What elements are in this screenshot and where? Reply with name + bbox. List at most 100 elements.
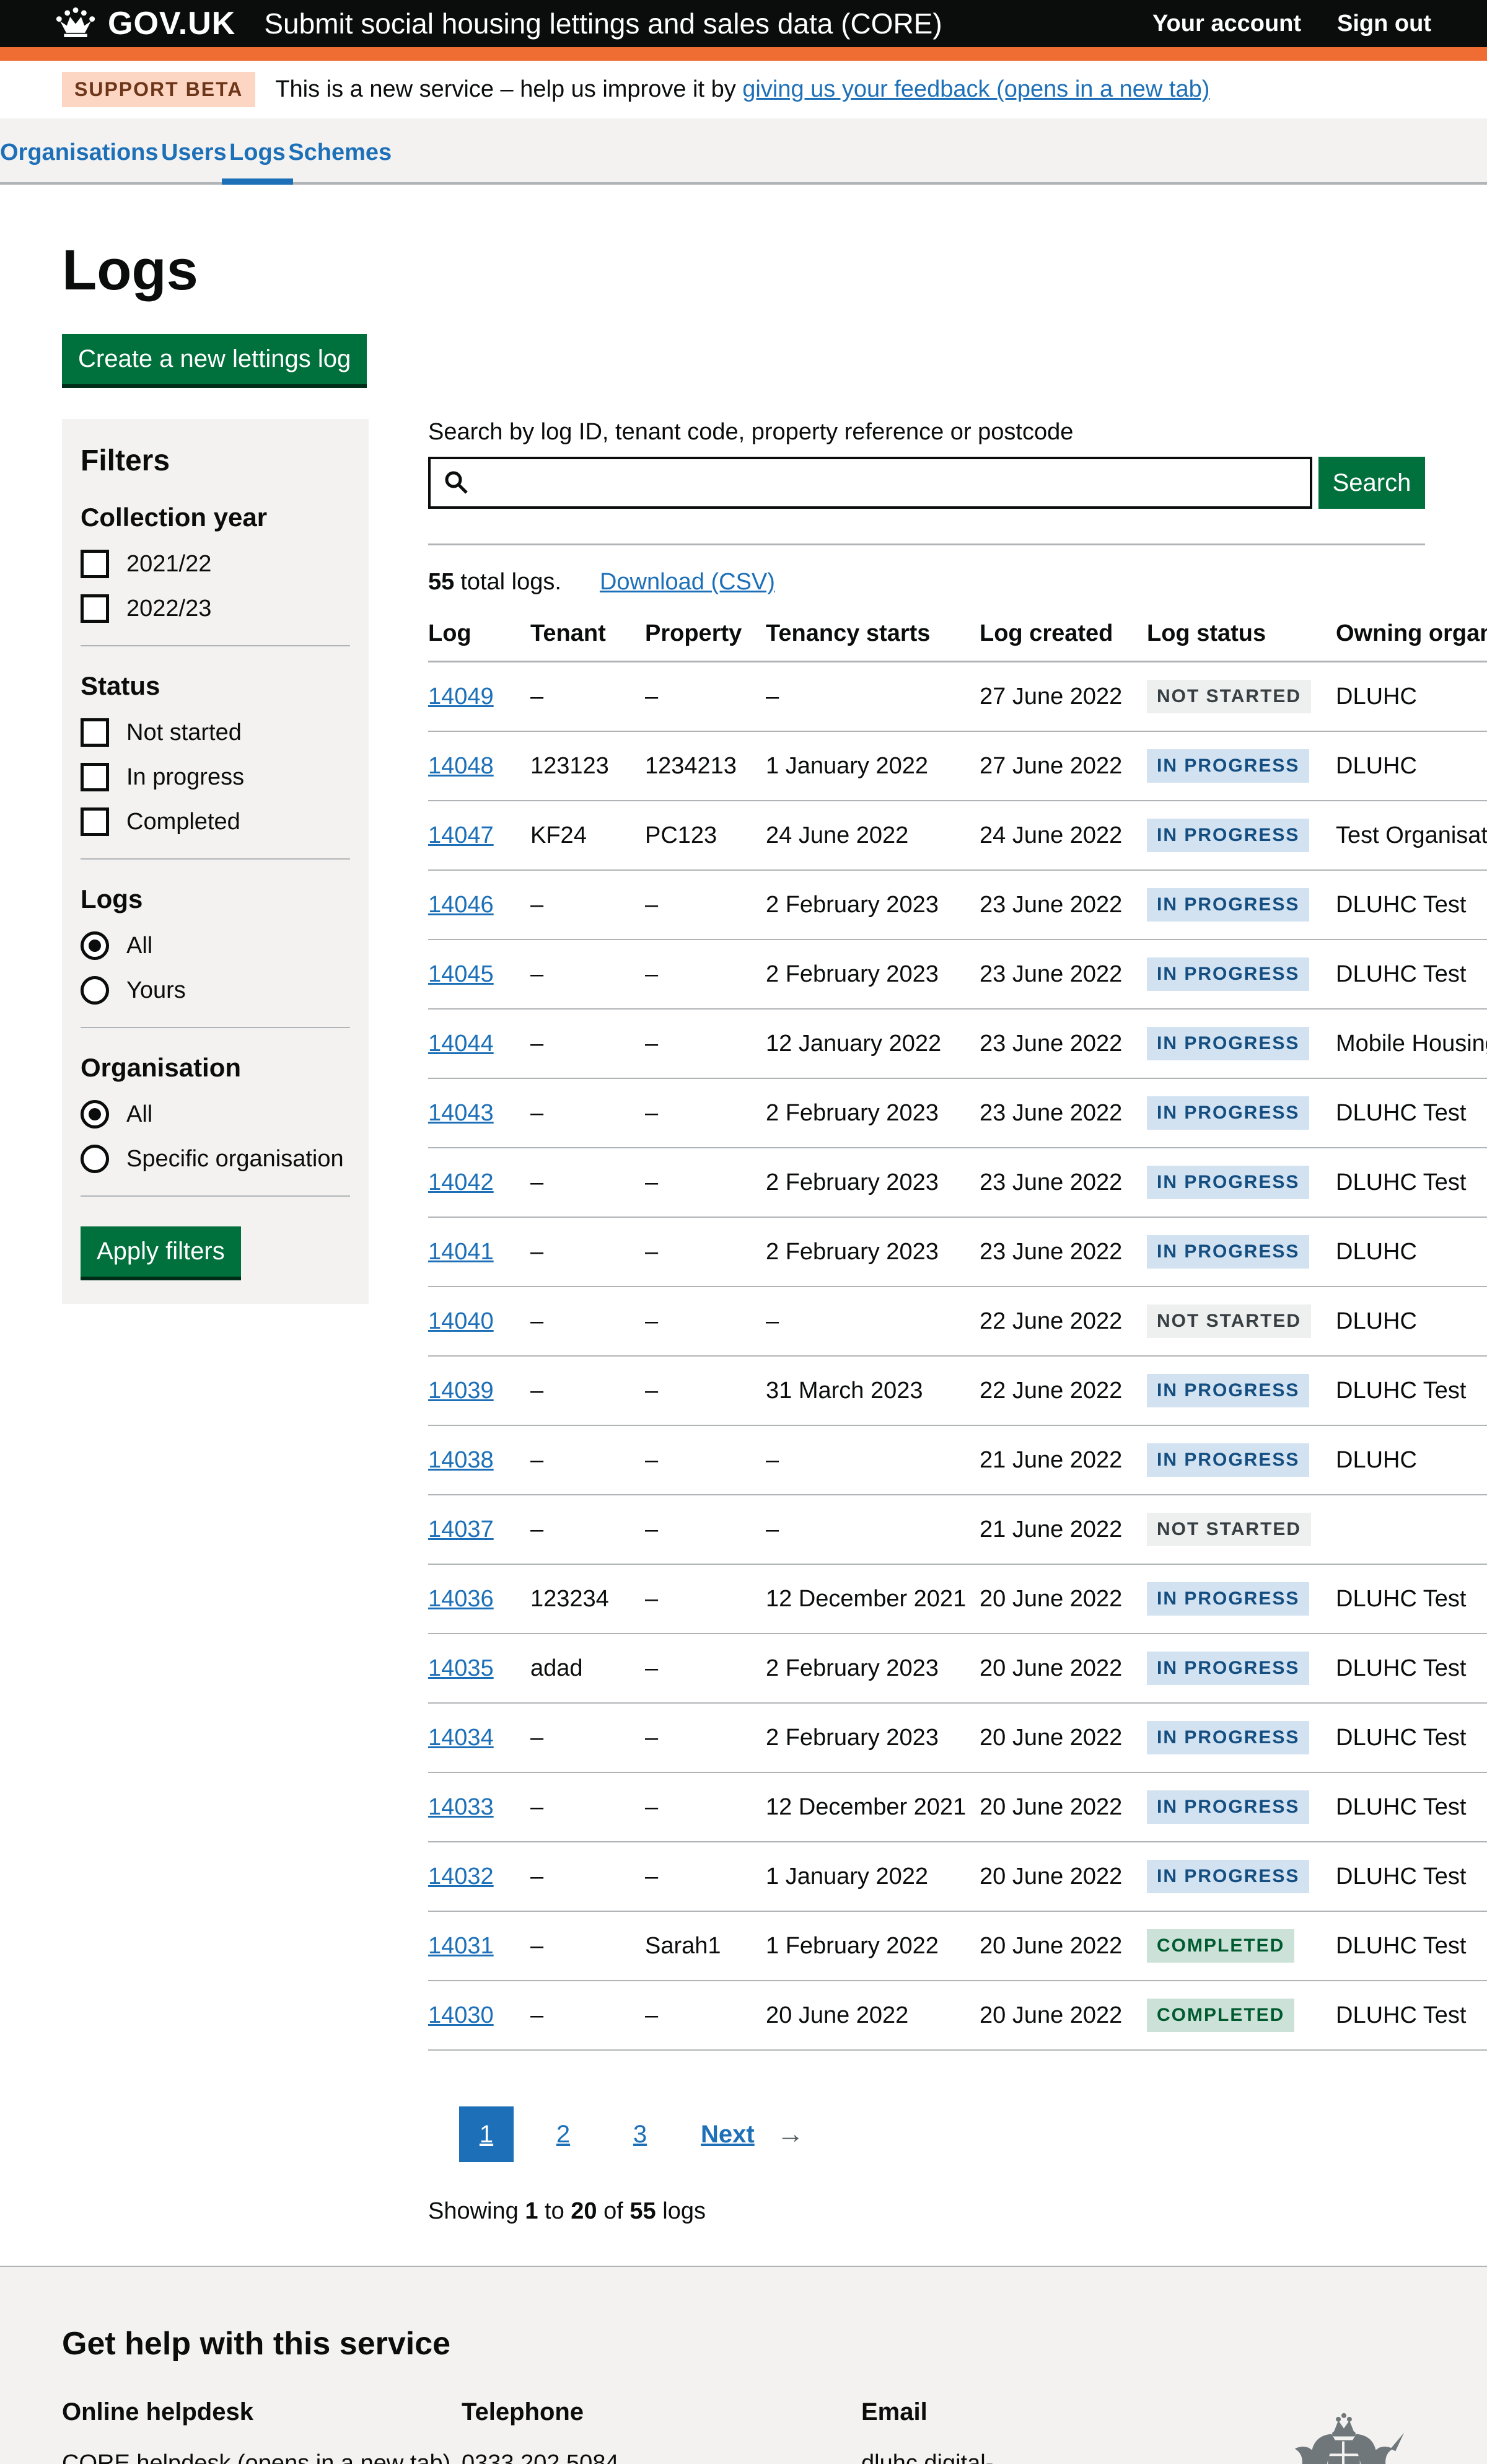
- checkbox[interactable]: [81, 594, 109, 623]
- tenancy-starts-cell: –: [766, 662, 980, 732]
- log-link[interactable]: 14048: [428, 753, 494, 779]
- tenant-cell: –: [530, 1842, 645, 1911]
- checkbox-option[interactable]: 2022/23: [81, 594, 350, 623]
- nav-item-label: Organisations: [0, 139, 159, 165]
- table-row: 14030 – – 20 June 2022 20 June 2022 COMP…: [428, 1981, 1487, 2050]
- log-link[interactable]: 14030: [428, 2002, 494, 2028]
- checkbox-option[interactable]: 2021/22: [81, 550, 350, 578]
- tenancy-starts-cell: 12 December 2021: [766, 1564, 980, 1634]
- log-link[interactable]: 14033: [428, 1794, 494, 1820]
- sign-out-link[interactable]: Sign out: [1337, 11, 1431, 37]
- log-link[interactable]: 14036: [428, 1586, 494, 1612]
- showing-of-word: of: [603, 2198, 623, 2224]
- radio-option[interactable]: All: [81, 1100, 350, 1129]
- column-header-log-created: Log created: [980, 620, 1147, 662]
- status-badge: IN PROGRESS: [1147, 1582, 1309, 1616]
- feedback-link[interactable]: giving us your feedback (opens in a new …: [742, 76, 1209, 102]
- log-link[interactable]: 14046: [428, 892, 494, 918]
- your-account-link[interactable]: Your account: [1152, 11, 1301, 37]
- log-link[interactable]: 14031: [428, 1933, 494, 1959]
- create-lettings-log-button[interactable]: Create a new lettings log: [62, 334, 367, 384]
- log-link[interactable]: 14032: [428, 1863, 494, 1890]
- checkbox-option[interactable]: Not started: [81, 718, 350, 747]
- log-link[interactable]: 14039: [428, 1378, 494, 1404]
- log-link[interactable]: 14040: [428, 1308, 494, 1334]
- showing-summary: Showing 1 to 20 of 55 logs: [428, 2198, 1425, 2225]
- radio-option[interactable]: Specific organisation: [81, 1145, 350, 1173]
- property-cell: PC123: [645, 801, 766, 870]
- filter-group-label: Collection year: [81, 503, 350, 532]
- column-header-tenant: Tenant: [530, 620, 645, 662]
- log-link[interactable]: 14035: [428, 1655, 494, 1681]
- pagination-page[interactable]: 3: [613, 2106, 667, 2162]
- log-link[interactable]: 14043: [428, 1100, 494, 1126]
- filter-group-label: Logs: [81, 884, 350, 914]
- apply-filters-button[interactable]: Apply filters: [81, 1226, 241, 1277]
- log-status-cell: IN PROGRESS: [1147, 1425, 1336, 1495]
- table-row: 14044 – – 12 January 2022 23 June 2022 I…: [428, 1009, 1487, 1078]
- showing-to-word: to: [545, 2198, 564, 2224]
- log-link[interactable]: 14037: [428, 1516, 494, 1542]
- table-row: 14048 123123 1234213 1 January 2022 27 J…: [428, 731, 1487, 801]
- nav-item[interactable]: Organisations: [0, 139, 159, 182]
- checkbox-label: 2022/23: [126, 596, 211, 622]
- status-badge: IN PROGRESS: [1147, 1235, 1309, 1269]
- status-badge: IN PROGRESS: [1147, 1166, 1309, 1199]
- tenancy-starts-cell: –: [766, 1287, 980, 1356]
- checkbox-option[interactable]: Completed: [81, 807, 350, 836]
- log-link[interactable]: 14044: [428, 1031, 494, 1057]
- radio-button[interactable]: [81, 976, 109, 1005]
- pagination-page[interactable]: 1: [459, 2106, 514, 2162]
- tenancy-starts-cell: 2 February 2023: [766, 1634, 980, 1703]
- log-created-cell: 21 June 2022: [980, 1495, 1147, 1564]
- checkbox[interactable]: [81, 550, 109, 578]
- radio-label: All: [126, 933, 152, 959]
- log-created-cell: 23 June 2022: [980, 1009, 1147, 1078]
- telephone-number: 0333 202 5084: [462, 2446, 861, 2464]
- showing-suffix: logs: [662, 2198, 706, 2224]
- owning-organisation-cell: DLUHC: [1336, 1287, 1487, 1356]
- radio-button[interactable]: [81, 931, 109, 960]
- log-link[interactable]: 14049: [428, 684, 494, 710]
- nav-item-label: Users: [161, 139, 227, 165]
- log-created-cell: 20 June 2022: [980, 1911, 1147, 1981]
- radio-option[interactable]: Yours: [81, 976, 350, 1005]
- log-link[interactable]: 14038: [428, 1447, 494, 1473]
- checkbox-option[interactable]: In progress: [81, 763, 350, 791]
- logs-table: Log Tenant Property Tenancy starts Log c…: [428, 620, 1487, 2051]
- email-link[interactable]: dluhc.digital-services@levellingup.gov.u…: [861, 2450, 1157, 2464]
- nav-item[interactable]: Schemes: [288, 139, 392, 182]
- radio-option[interactable]: All: [81, 931, 350, 960]
- nav-item[interactable]: Logs: [229, 139, 286, 182]
- checkbox[interactable]: [81, 718, 109, 747]
- status-badge: COMPLETED: [1147, 1929, 1294, 1963]
- table-row: 14042 – – 2 February 2023 23 June 2022 I…: [428, 1148, 1487, 1217]
- status-badge: IN PROGRESS: [1147, 1721, 1309, 1754]
- checkbox[interactable]: [81, 807, 109, 836]
- log-status-cell: NOT STARTED: [1147, 1495, 1336, 1564]
- phase-message: This is a new service – help us improve …: [275, 76, 1209, 103]
- core-helpdesk-link[interactable]: CORE helpdesk (opens in a new tab): [62, 2450, 450, 2464]
- log-link[interactable]: 14042: [428, 1169, 494, 1195]
- log-link[interactable]: 14045: [428, 961, 494, 987]
- pagination-page[interactable]: 2: [536, 2106, 590, 2162]
- log-link[interactable]: 14041: [428, 1239, 494, 1265]
- pagination-next-link[interactable]: Next: [701, 2121, 755, 2149]
- radio-button[interactable]: [81, 1145, 109, 1173]
- email-title: Email: [861, 2398, 1261, 2426]
- govuk-logo[interactable]: GOV.UK Submit social housing lettings an…: [56, 5, 942, 42]
- log-link[interactable]: 14047: [428, 822, 494, 848]
- tenant-cell: –: [530, 1495, 645, 1564]
- log-link[interactable]: 14034: [428, 1725, 494, 1751]
- table-row: 14049 – – – 27 June 2022 NOT STARTED DLU…: [428, 662, 1487, 732]
- owning-organisation-cell: DLUHC: [1336, 1217, 1487, 1287]
- search-input[interactable]: [428, 457, 1312, 509]
- checkbox[interactable]: [81, 763, 109, 791]
- table-row: 14031 – Sarah1 1 February 2022 20 June 2…: [428, 1911, 1487, 1981]
- radio-button[interactable]: [81, 1100, 109, 1129]
- property-cell: –: [645, 1772, 766, 1842]
- nav-item[interactable]: Users: [161, 139, 227, 182]
- download-csv-link[interactable]: Download (CSV): [600, 569, 775, 596]
- divider: [81, 645, 350, 646]
- search-button[interactable]: Search: [1318, 457, 1425, 509]
